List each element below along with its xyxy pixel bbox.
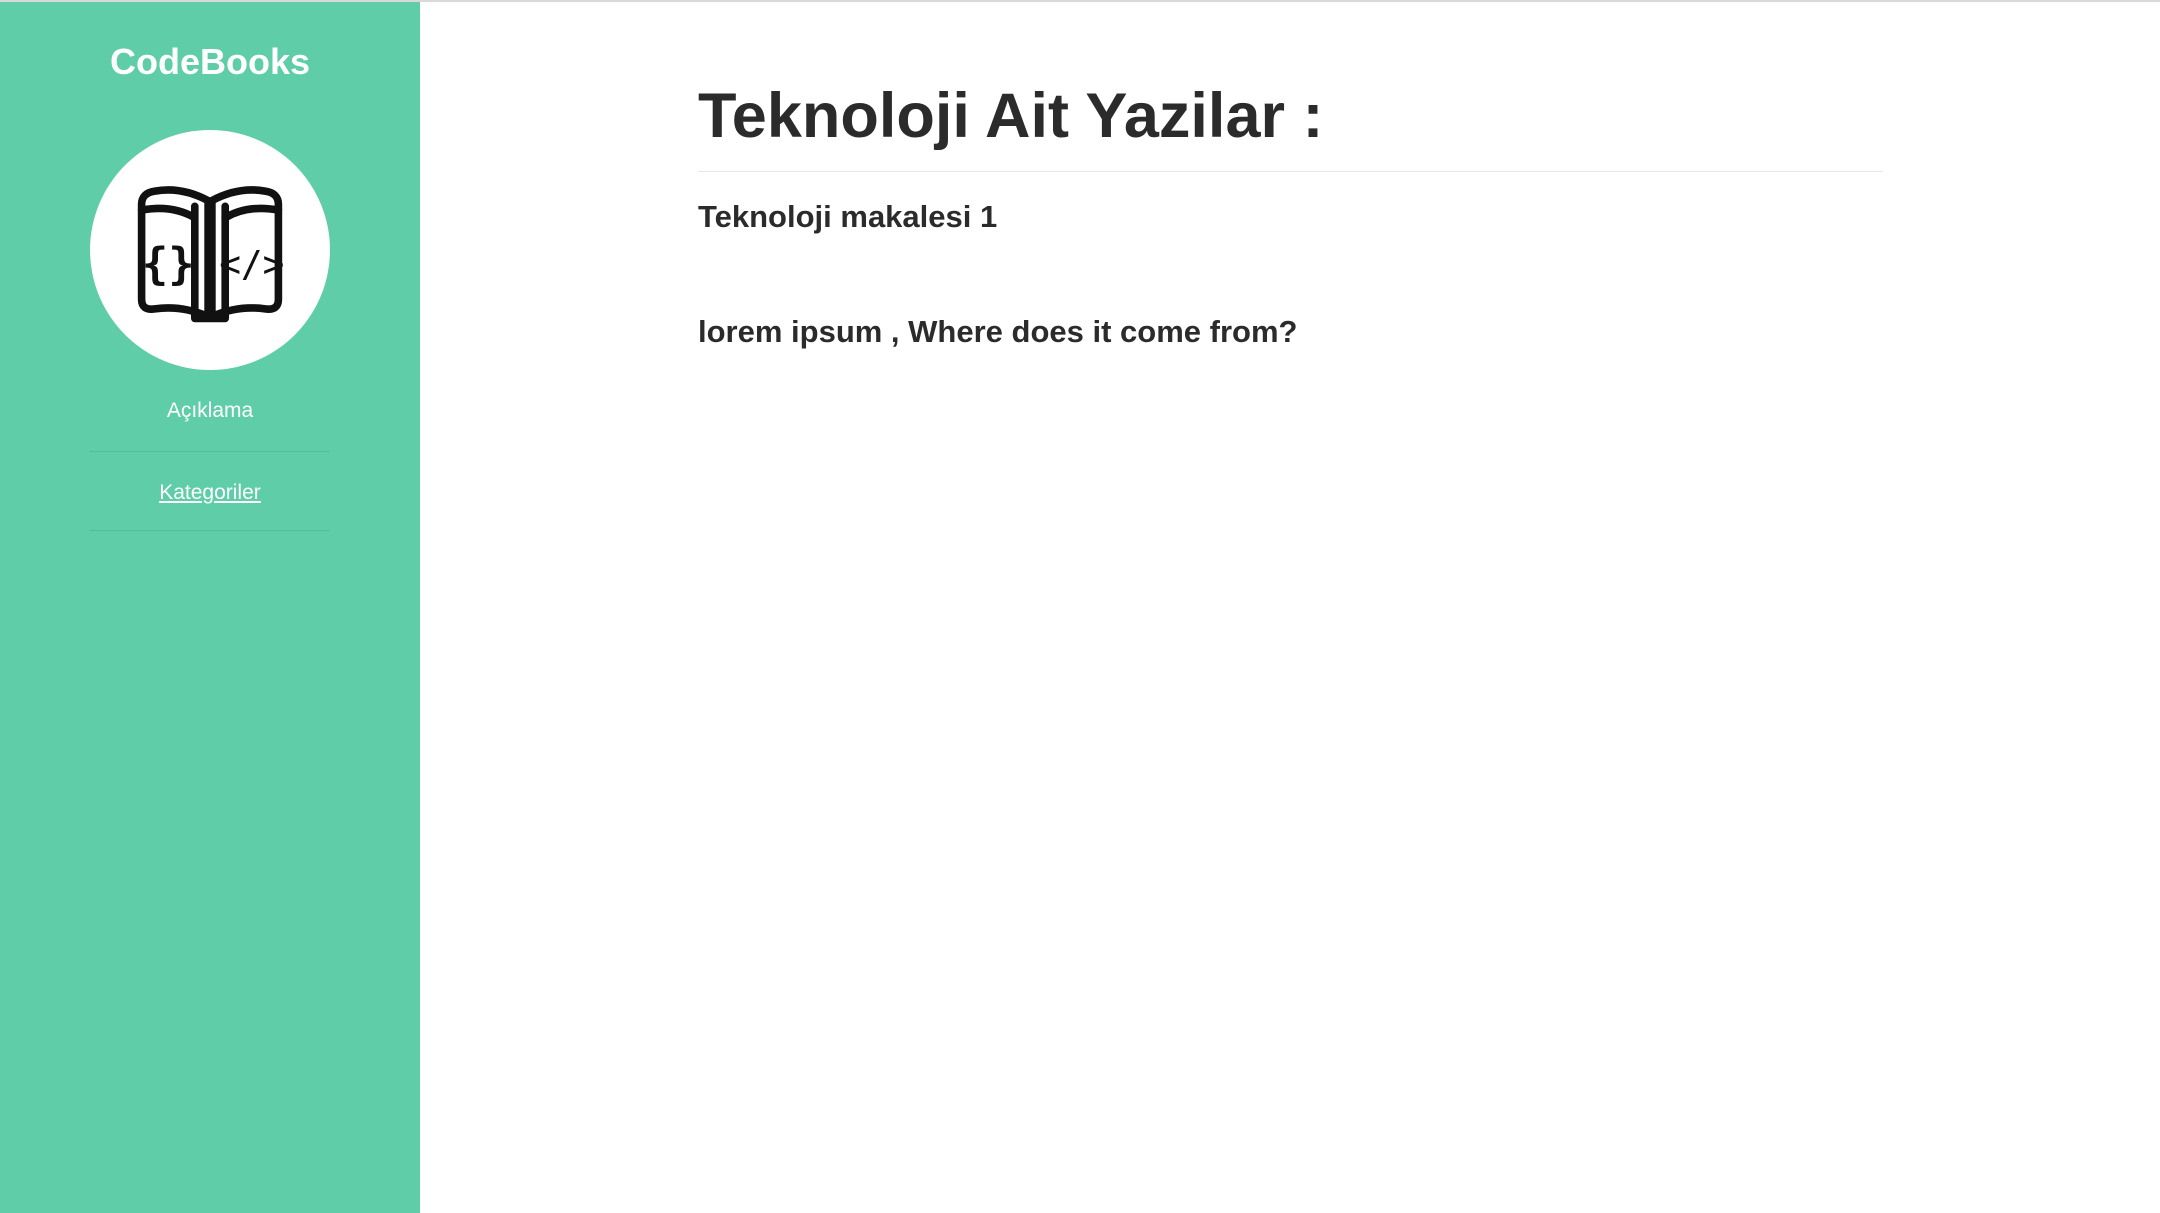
avatar: {} </> [90, 130, 330, 370]
sidebar-divider-top [90, 451, 330, 452]
page-title: Teknoloji Ait Yazilar : [698, 81, 1324, 151]
svg-text:{}: {} [142, 239, 195, 290]
open-book-code-icon: {} </> [137, 186, 284, 323]
sidebar-description: Açıklama [166, 399, 254, 422]
svg-text:</>: </> [219, 244, 284, 286]
article-subtitle: lorem ipsum , Where does it come from? [698, 314, 1298, 349]
article-title[interactable]: Teknoloji makalesi 1 [698, 195, 997, 239]
title-divider [698, 171, 1883, 172]
site-brand[interactable]: CodeBooks [0, 36, 420, 88]
sidebar-divider-bottom [90, 530, 330, 531]
sidebar: CodeBooks {} </> Açıklama Kategoriler [0, 2, 420, 1213]
categories-link[interactable]: Kategoriler [159, 481, 261, 504]
sidebar-nav: Kategoriler [0, 477, 420, 509]
page: CodeBooks {} </> Açıklama Kategoriler Te… [0, 0, 2160, 1213]
